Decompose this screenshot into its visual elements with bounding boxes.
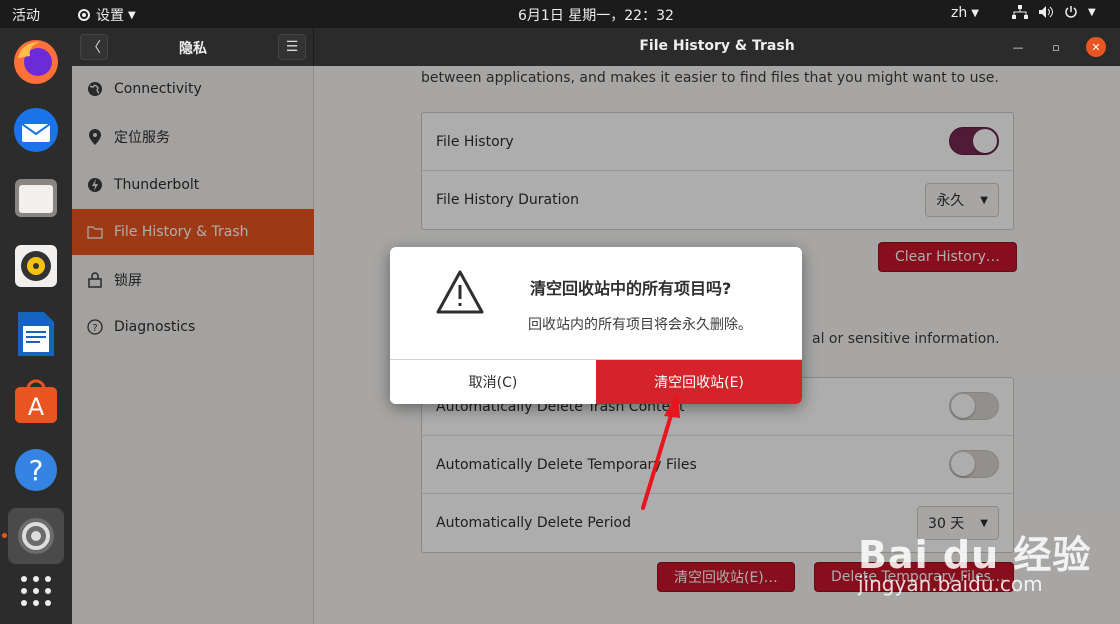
music-player-icon: [15, 245, 57, 287]
help-icon: ?: [15, 449, 57, 491]
document-icon: [18, 312, 54, 356]
top-bar: 活动 设置 ▼ 6月1日 星期一，22：32 zh ▼ ▼: [0, 0, 1120, 28]
power-icon: [1065, 6, 1077, 18]
app-grid-icon: [21, 576, 51, 606]
gear-icon: [78, 9, 90, 21]
watermark-url: jingyan.baidu.com: [858, 572, 1043, 596]
system-tray[interactable]: ▼: [1012, 5, 1096, 19]
warning-icon: [436, 270, 484, 314]
dialog-message: 回收站内的所有项目将会永久删除。: [528, 317, 752, 333]
dialog-button-row: 取消(C) 清空回收站(E): [390, 359, 802, 404]
settings-icon: [18, 518, 54, 554]
help-launcher[interactable]: ?: [8, 442, 64, 498]
close-icon: ✕: [1091, 40, 1101, 54]
dialog-title: 清空回收站中的所有项目吗?: [530, 279, 732, 298]
chevron-down-icon: ▼: [1088, 6, 1096, 18]
chevron-down-icon: ▼: [971, 7, 979, 19]
files-launcher[interactable]: [8, 170, 64, 226]
software-launcher[interactable]: A: [8, 374, 64, 430]
sidebar-header: 〈 隐私 ☰: [72, 28, 314, 66]
chevron-down-icon: ▼: [128, 9, 136, 21]
watermark-brand: Bai du 经验: [858, 533, 1092, 577]
dock: A ?: [0, 28, 72, 624]
language-label: zh: [951, 5, 968, 21]
app-menu-label: 设置: [96, 8, 124, 24]
writer-launcher[interactable]: [8, 306, 64, 362]
page-title: File History & Trash: [639, 38, 795, 54]
network-icon: [1012, 5, 1028, 19]
running-indicator: [2, 533, 7, 538]
settings-launcher[interactable]: [8, 508, 64, 564]
rhythmbox-launcher[interactable]: [8, 238, 64, 294]
hamburger-icon: ☰: [285, 39, 299, 55]
clock[interactable]: 6月1日 星期一，22：32: [518, 5, 674, 25]
maximize-icon: ▫: [1052, 40, 1060, 54]
maximize-button[interactable]: ▫: [1046, 37, 1066, 57]
firefox-icon: [14, 40, 58, 84]
show-applications-button[interactable]: [8, 563, 64, 619]
cancel-button[interactable]: 取消(C): [390, 360, 596, 404]
volume-icon: [1039, 6, 1053, 18]
files-icon: [15, 179, 57, 217]
input-language-menu[interactable]: zh ▼: [951, 5, 979, 21]
app-menu[interactable]: 设置 ▼: [76, 5, 136, 25]
header-bar: File History & Trash — ▫ ✕: [314, 28, 1120, 66]
confirm-empty-trash-button[interactable]: 清空回收站(E): [596, 360, 802, 404]
svg-text:?: ?: [29, 454, 44, 487]
minimize-icon: —: [1012, 40, 1024, 54]
software-store-icon: A: [15, 379, 57, 423]
close-button[interactable]: ✕: [1086, 37, 1106, 57]
activities-button[interactable]: 活动: [12, 5, 40, 25]
firefox-launcher[interactable]: [8, 34, 64, 90]
baidu-watermark: Bai du 经验 jingyan.baidu.com: [858, 524, 1092, 596]
thunderbird-launcher[interactable]: [8, 102, 64, 158]
svg-text:A: A: [28, 393, 45, 421]
empty-trash-dialog: 清空回收站中的所有项目吗? 回收站内的所有项目将会永久删除。 取消(C) 清空回…: [390, 247, 802, 404]
thunderbird-icon: [14, 108, 58, 152]
menu-button[interactable]: ☰: [278, 34, 306, 60]
minimize-button[interactable]: —: [1008, 37, 1028, 57]
